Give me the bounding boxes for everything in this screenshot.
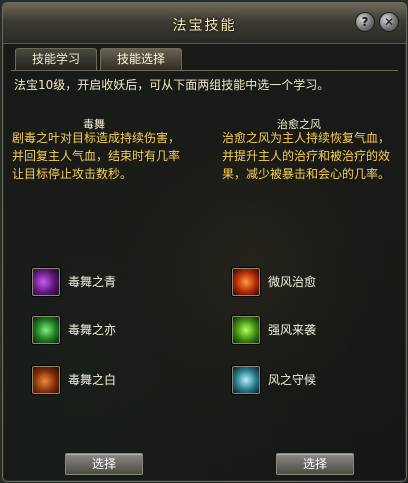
purple-poison-leaf-icon[interactable]: [32, 268, 60, 296]
intro-text: 法宝10级，开启收妖后，可从下面两组技能中选一个学习。: [14, 78, 330, 92]
skill-label: 强风来袭: [268, 323, 317, 337]
window-title: 法宝技能: [172, 18, 237, 34]
skill-label: 风之守候: [268, 373, 317, 387]
skill-item-wind-guard[interactable]: 风之守候: [232, 366, 402, 398]
tab-skill-learn[interactable]: 技能学习: [15, 48, 97, 70]
skill-item-poison-dance-green[interactable]: 毒舞之青: [32, 268, 202, 300]
skill-label: 毒舞之青: [68, 275, 117, 289]
group-description-poison-dance: 剧毒之叶对目标造成持续伤害，并回复主人气血，结束时有几率让目标停止攻击数秒。: [12, 131, 181, 181]
skill-label: 微风治愈: [268, 275, 317, 289]
group-description-healing-wind: 治愈之风为主人持续恢复气血，并提升主人的治疗和被治疗的效果，减少被暴击和会心的几…: [222, 131, 391, 181]
green-swirl-icon[interactable]: [232, 316, 260, 344]
tab-divider: [11, 70, 398, 71]
skill-label: 毒舞之白: [68, 373, 117, 387]
select-healing-wind-button[interactable]: 选择: [276, 453, 354, 475]
fire-swirl-icon[interactable]: [232, 268, 260, 296]
skill-item-strong-wind[interactable]: 强风来袭: [232, 316, 402, 348]
window-titlebar[interactable]: 法宝技能 ? ✕: [3, 3, 406, 44]
tab-skill-select[interactable]: 技能选择: [100, 48, 182, 70]
help-button[interactable]: ?: [355, 12, 375, 32]
skill-item-poison-dance-white[interactable]: 毒舞之白: [32, 366, 202, 398]
orange-poison-leaf-icon[interactable]: [32, 366, 60, 394]
skill-item-breeze-heal[interactable]: 微风治愈: [232, 268, 402, 300]
close-button[interactable]: ✕: [379, 12, 399, 32]
green-poison-leaf-icon[interactable]: [32, 316, 60, 344]
cyan-swirl-icon[interactable]: [232, 366, 260, 394]
magic-treasure-skill-window: 法宝技能 ? ✕ 技能学习 技能选择 法宝10级，开启收妖后，可从下面两组技能中…: [2, 2, 407, 482]
select-poison-dance-button[interactable]: 选择: [65, 453, 143, 475]
skill-label: 毒舞之亦: [68, 323, 117, 337]
skill-item-poison-dance-also[interactable]: 毒舞之亦: [32, 316, 202, 348]
